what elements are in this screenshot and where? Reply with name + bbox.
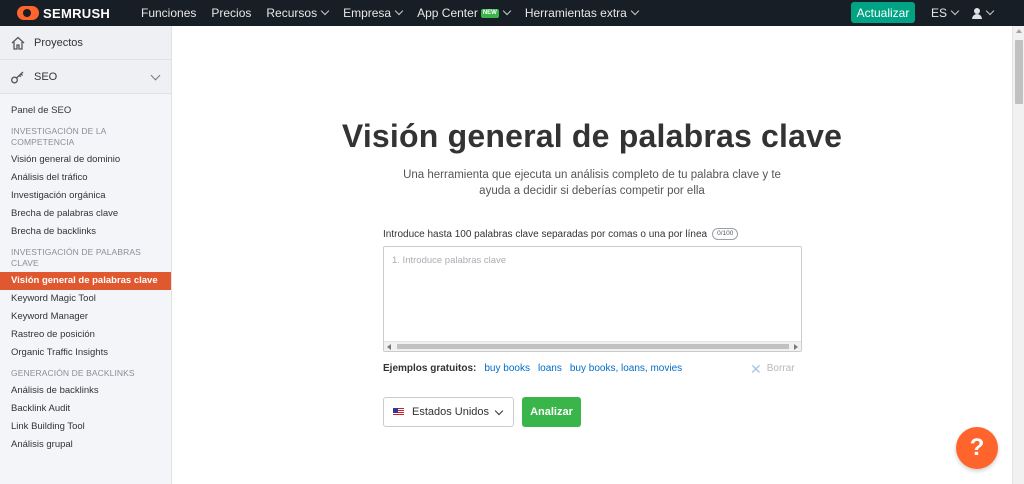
language-selector[interactable]: ES <box>931 0 960 26</box>
upgrade-button[interactable]: Actualizar <box>851 2 915 23</box>
sidebar-item[interactable]: Investigación orgánica <box>0 187 171 205</box>
sidebar-item[interactable]: Organic Traffic Insights <box>0 344 171 362</box>
sidebar-label: SEO <box>34 70 58 83</box>
sidebar-item-proyectos[interactable]: Proyectos <box>0 26 171 60</box>
chevron-down-icon <box>985 6 995 16</box>
clear-label: Borrar <box>766 363 795 374</box>
nav-item-app-center[interactable]: App Center NEW <box>417 6 512 20</box>
home-icon <box>11 36 25 50</box>
semrush-logo[interactable]: SEMRUSH <box>17 5 110 21</box>
page-scrollbar[interactable] <box>1012 26 1024 484</box>
country-select[interactable]: Estados Unidos <box>383 397 514 427</box>
keyword-placeholder: 1. Introduce palabras clave <box>392 255 507 266</box>
page-title: Visión general de palabras clave <box>341 118 843 154</box>
sidebar-item[interactable]: Visión general de dominio <box>0 151 171 169</box>
sidebar-item[interactable]: Keyword Magic Tool <box>0 290 171 308</box>
chevron-down-icon <box>630 6 640 16</box>
example-link[interactable]: buy books <box>484 363 530 374</box>
chevron-down-icon <box>950 6 960 16</box>
us-flag-icon <box>393 408 404 416</box>
nav-label: Empresa <box>343 6 392 20</box>
example-link[interactable]: loans <box>538 363 562 374</box>
example-link[interactable]: buy books, loans, movies <box>570 363 682 374</box>
nav-item-herramientas-extra[interactable]: Herramientas extra <box>524 6 640 20</box>
sidebar-section-title: INVESTIGACIÓN DE PALABRAS CLAVE <box>11 247 141 268</box>
key-icon <box>11 71 24 84</box>
close-icon: ✕ <box>750 360 762 377</box>
nav-label: App Center <box>417 6 478 20</box>
language-label: ES <box>931 6 948 20</box>
scroll-up-arrow-icon[interactable] <box>1016 29 1022 33</box>
nav-item-recursos[interactable]: Recursos <box>266 6 330 20</box>
semrush-logo-icon <box>17 6 39 20</box>
nav-label: Funciones <box>141 6 197 20</box>
sidebar-item-active[interactable]: Visión general de palabras clave <box>0 272 171 290</box>
sidebar: Proyectos SEO Panel de SEO INVESTIGACIÓN… <box>0 26 172 484</box>
sidebar-list: Panel de SEO INVESTIGACIÓN DE LA COMPETE… <box>0 94 171 454</box>
country-label: Estados Unidos <box>412 406 490 418</box>
analyze-button[interactable]: Analizar <box>522 397 581 427</box>
keyword-textarea[interactable]: 1. Introduce palabras clave <box>383 246 802 352</box>
sidebar-item[interactable]: Brecha de backlinks <box>0 223 171 241</box>
scroll-right-arrow-icon[interactable] <box>794 344 798 350</box>
user-menu[interactable] <box>972 0 995 26</box>
scroll-thumb[interactable] <box>1015 40 1023 104</box>
sidebar-item-panel-seo[interactable]: Panel de SEO <box>0 102 171 120</box>
help-button[interactable]: ? <box>956 427 998 469</box>
keyword-input-label-text: Introduce hasta 100 palabras clave separ… <box>383 228 708 240</box>
examples-label: Ejemplos gratuitos: <box>383 363 477 374</box>
free-examples: Ejemplos gratuitos: buy books loans buy … <box>383 363 690 374</box>
main-content: Visión general de palabras clave Una her… <box>172 26 1012 484</box>
chevron-down-icon <box>502 6 512 16</box>
nav-item-precios[interactable]: Precios <box>211 6 251 20</box>
sidebar-item[interactable]: Keyword Manager <box>0 308 171 326</box>
sidebar-item[interactable]: Brecha de palabras clave <box>0 205 171 223</box>
scroll-thumb[interactable] <box>397 344 789 349</box>
sidebar-section-title: INVESTIGACIÓN DE LA COMPETENCIA <box>11 126 106 147</box>
sidebar-item[interactable]: Análisis de backlinks <box>0 382 171 400</box>
sidebar-item[interactable]: Análisis grupal <box>0 436 171 454</box>
keyword-input-label: Introduce hasta 100 palabras clave separ… <box>383 228 739 240</box>
clear-button[interactable]: ✕ Borrar <box>750 360 795 377</box>
new-badge: NEW <box>480 8 499 18</box>
nav-label: Precios <box>211 6 252 20</box>
sidebar-item-seo[interactable]: SEO <box>0 60 171 94</box>
user-icon <box>972 7 982 19</box>
chevron-down-icon <box>320 6 330 16</box>
nav-item-funciones[interactable]: Funciones <box>141 6 196 20</box>
scroll-left-arrow-icon[interactable] <box>387 344 391 350</box>
nav-label: Herramientas extra <box>524 6 627 20</box>
top-navigation-bar: SEMRUSH Funciones Precios Recursos Empre… <box>0 0 1024 26</box>
chevron-down-icon <box>394 6 404 16</box>
page-subtitle: Una herramienta que ejecuta un análisis … <box>403 169 781 197</box>
nav-item-empresa[interactable]: Empresa <box>343 6 404 20</box>
textarea-horizontal-scrollbar[interactable] <box>384 341 801 351</box>
sidebar-top: Proyectos SEO <box>0 26 171 94</box>
sidebar-item[interactable]: Rastreo de posición <box>0 326 171 344</box>
sidebar-label: Proyectos <box>34 36 83 49</box>
nav-label: Recursos <box>266 6 318 20</box>
chevron-down-icon[interactable] <box>150 70 161 81</box>
sidebar-item[interactable]: Análisis del tráfico <box>0 169 171 187</box>
main-nav: Funciones Precios Recursos Empresa App C… <box>141 0 653 26</box>
chevron-down-icon <box>494 406 504 416</box>
keyword-counter: 0/100 <box>712 228 739 240</box>
sidebar-item[interactable]: Link Building Tool <box>0 418 171 436</box>
sidebar-item[interactable]: Backlink Audit <box>0 400 171 418</box>
brand-name: SEMRUSH <box>43 5 111 21</box>
sidebar-section-title: GENERACIÓN DE BACKLINKS <box>11 368 135 378</box>
